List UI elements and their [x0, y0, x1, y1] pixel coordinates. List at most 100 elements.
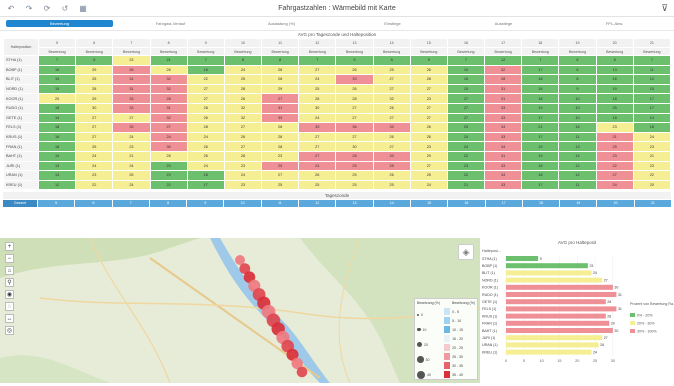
layers-icon[interactable]: ◈	[458, 244, 474, 260]
heat-cell[interactable]: 33	[336, 75, 373, 84]
row-label[interactable]: BLIT (1)	[4, 75, 38, 84]
heat-cell[interactable]: 18	[39, 103, 76, 113]
heat-cell[interactable]: 28	[150, 94, 187, 103]
heat-cell[interactable]: 10	[447, 65, 485, 75]
heat-cell[interactable]: 27	[336, 103, 373, 113]
heat-cell[interactable]: 18	[633, 123, 670, 132]
heat-cell[interactable]: 28	[224, 84, 262, 94]
heat-cell[interactable]: 22	[596, 161, 633, 171]
heat-cell[interactable]: 6	[76, 56, 113, 65]
heat-cell[interactable]: 12	[39, 180, 76, 190]
heat-cell[interactable]: 24	[447, 132, 485, 142]
heat-cell[interactable]: 18	[187, 65, 224, 75]
footer-cell[interactable]: 8	[149, 200, 187, 208]
heat-cell[interactable]: 28	[224, 151, 262, 161]
heat-cell[interactable]: 13	[559, 142, 596, 151]
heat-cell[interactable]: 8	[559, 75, 596, 84]
heat-cell[interactable]: 8	[596, 56, 633, 65]
heat-cell[interactable]: 26	[224, 132, 262, 142]
heat-cell[interactable]: 32	[224, 103, 262, 113]
heat-cell[interactable]: 34	[485, 142, 522, 151]
heat-cell[interactable]: 27	[150, 123, 187, 132]
heat-cell[interactable]: 27	[447, 103, 485, 113]
heat-cell[interactable]: 28	[262, 75, 299, 84]
heat-cell[interactable]: 21	[522, 123, 559, 132]
heat-cell[interactable]: 25	[224, 75, 262, 84]
heat-cell[interactable]: 18	[39, 142, 76, 151]
heat-cell[interactable]: 24	[224, 171, 262, 180]
heat-cell[interactable]: 26	[336, 65, 373, 75]
footer-cell[interactable]: 12	[299, 200, 336, 208]
home-icon[interactable]: ⌂	[5, 266, 14, 275]
redo-icon[interactable]: ↷	[24, 4, 34, 13]
heat-cell[interactable]: 22	[150, 180, 187, 190]
heat-cell[interactable]: 27	[336, 132, 373, 142]
heat-cell[interactable]: 32	[224, 113, 262, 123]
heat-cell[interactable]: 30	[336, 142, 373, 151]
heat-cell[interactable]: 17	[633, 103, 670, 113]
heat-cell[interactable]: 26	[410, 65, 447, 75]
heat-cell[interactable]: 25	[76, 142, 113, 151]
heat-cell[interactable]: 31	[485, 151, 522, 161]
heat-cell[interactable]: 9	[559, 84, 596, 94]
footer-cell[interactable]: 5	[38, 200, 75, 208]
heat-cell[interactable]: 24	[224, 65, 262, 75]
heat-cell[interactable]: 18	[39, 123, 76, 132]
row-label[interactable]: RUDO (1)	[4, 103, 38, 113]
heat-cell[interactable]: 18	[596, 94, 633, 103]
heat-cell[interactable]: 22	[187, 75, 224, 84]
tab-einstiege[interactable]: Einstiege	[339, 20, 446, 27]
heat-cell[interactable]: 26	[187, 151, 224, 161]
heat-cell[interactable]: 31	[113, 84, 150, 94]
heat-cell[interactable]: 22	[76, 180, 113, 190]
footer-cell[interactable]: 19	[560, 200, 597, 208]
heat-cell[interactable]: 21	[633, 151, 670, 161]
footer-cell[interactable]: 21	[634, 200, 672, 208]
heat-cell[interactable]: 24	[76, 161, 113, 171]
heat-cell[interactable]: 24	[633, 132, 670, 142]
heat-cell[interactable]: 24	[187, 132, 224, 142]
heat-cell[interactable]: 27	[299, 151, 336, 161]
row-label[interactable]: FRAN (1)	[4, 142, 38, 151]
heat-cell[interactable]: 14	[39, 113, 76, 123]
heat-cell[interactable]: 21	[596, 132, 633, 142]
heat-cell[interactable]: 23	[596, 151, 633, 161]
heat-cell[interactable]: 26	[373, 171, 410, 180]
heat-cell[interactable]: 8	[224, 56, 262, 65]
heat-cell[interactable]: 27	[373, 75, 410, 84]
heat-cell[interactable]: 28	[336, 151, 373, 161]
heat-cell[interactable]: 23	[113, 142, 150, 151]
row-label[interactable]: KRUS (1)	[4, 132, 38, 142]
heat-cell[interactable]: 15	[39, 151, 76, 161]
heat-cell[interactable]: 21	[113, 151, 150, 161]
row-label[interactable]: BOBP (1)	[4, 65, 38, 75]
measure-icon[interactable]: ↔	[5, 314, 14, 323]
heat-cell[interactable]: 28	[336, 94, 373, 103]
heat-cell[interactable]: 22	[447, 171, 485, 180]
select-icon[interactable]: ◉	[5, 290, 14, 299]
heat-cell[interactable]: 18	[522, 161, 559, 171]
heat-cell[interactable]: 11	[559, 180, 596, 190]
heat-cell[interactable]: 25	[299, 180, 336, 190]
heat-cell[interactable]: 32	[150, 84, 187, 94]
heat-cell[interactable]: 33	[373, 123, 410, 132]
heat-cell[interactable]: 22	[447, 151, 485, 161]
heat-cell[interactable]: 27	[76, 113, 113, 123]
heat-cell[interactable]: 33	[113, 103, 150, 113]
heat-cell[interactable]: 23	[633, 161, 670, 171]
row-label[interactable]: STHA (1)	[4, 56, 38, 65]
heat-cell[interactable]: 27	[447, 94, 485, 103]
heat-cell[interactable]: 12	[559, 171, 596, 180]
heat-cell[interactable]: 27	[410, 113, 447, 123]
tab-fpl-abw-[interactable]: FPL-Abw.	[561, 20, 668, 27]
lasso-icon[interactable]: ◌	[5, 302, 14, 311]
heat-cell[interactable]: 28	[373, 161, 410, 171]
heat-cell[interactable]: 27	[299, 132, 336, 142]
search-icon[interactable]: ⚲	[5, 278, 14, 287]
heat-cell[interactable]: 28	[410, 75, 447, 84]
heat-cell[interactable]: 34	[485, 123, 522, 132]
heat-cell[interactable]: 25	[447, 123, 485, 132]
heat-cell[interactable]: 32	[150, 113, 187, 123]
heat-cell[interactable]: 27	[113, 113, 150, 123]
hour-header[interactable]: 13	[336, 39, 373, 47]
